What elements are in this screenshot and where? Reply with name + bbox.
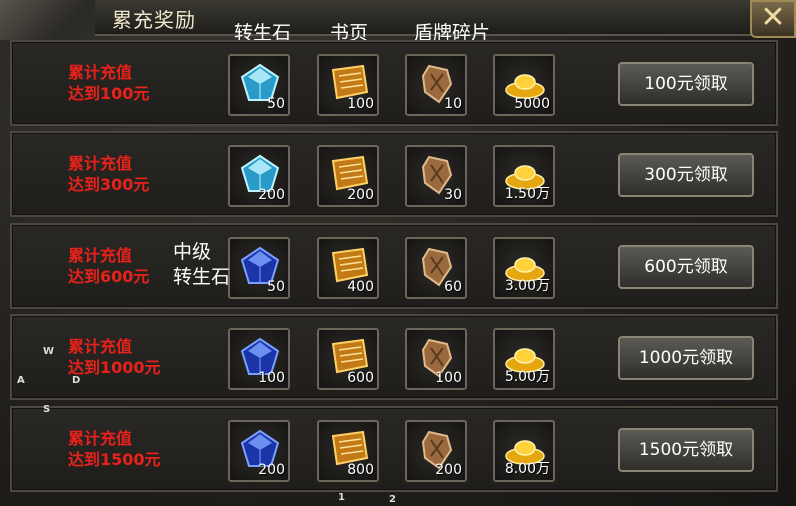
- claim-button[interactable]: 1000元领取: [618, 336, 754, 380]
- window-title: 累充奖励: [112, 8, 196, 32]
- gold-ingot-slot[interactable]: 5000: [493, 54, 555, 116]
- requirement-line-2: 达到1500元: [68, 450, 161, 469]
- book-page-slot[interactable]: 200: [317, 145, 379, 207]
- item-quantity: 400: [347, 279, 374, 295]
- book-page-slot[interactable]: 800: [317, 420, 379, 482]
- claim-button[interactable]: 1500元领取: [618, 428, 754, 472]
- requirement-line-1: 累计充值: [68, 246, 133, 265]
- item-quantity: 100: [435, 370, 462, 386]
- item-quantity: 10: [444, 96, 462, 112]
- item-quantity: 50: [267, 279, 285, 295]
- item-quantity: 5000: [514, 96, 550, 112]
- requirement-line-2: 达到100元: [68, 84, 150, 103]
- rebirth-stone-slot[interactable]: 100: [228, 328, 290, 390]
- reward-row: 累计充值达到1000元 100 600 100 5.00万 1000元领取: [10, 314, 778, 400]
- claim-button[interactable]: 100元领取: [618, 62, 754, 106]
- dragon-corner-decoration: [0, 0, 110, 40]
- book-page-slot[interactable]: 600: [317, 328, 379, 390]
- item-quantity: 1.50万: [504, 186, 550, 202]
- label-line-1: 中级: [173, 241, 212, 263]
- hud-number-1: 1: [338, 492, 345, 503]
- recharge-requirement: 累计充值达到600元: [68, 245, 149, 287]
- item-quantity: 60: [444, 279, 462, 295]
- rebirth-stone-slot[interactable]: 200: [228, 145, 290, 207]
- requirement-line-1: 累计充值: [68, 429, 133, 448]
- requirement-line-2: 达到300元: [68, 175, 150, 194]
- recharge-requirement: 累计充值达到1000元: [68, 336, 161, 378]
- item-quantity: 30: [444, 187, 462, 203]
- hud-number-2: 2: [389, 494, 396, 505]
- requirement-line-1: 累计充值: [68, 337, 133, 356]
- item-quantity: 200: [258, 462, 285, 478]
- label-line-2: 转生石: [173, 266, 231, 288]
- shield-fragment-slot[interactable]: 30: [405, 145, 467, 207]
- item-quantity: 200: [258, 187, 285, 203]
- hud-key-s: S: [43, 404, 51, 415]
- item-quantity: 5.00万: [504, 369, 550, 385]
- close-button[interactable]: ✕: [750, 0, 796, 38]
- rebirth-stone-slot[interactable]: 50: [228, 54, 290, 116]
- reward-row: 累计充值达到300元 200 200 30 1.50万 300元领取: [10, 131, 778, 217]
- shield-fragment-slot[interactable]: 100: [405, 328, 467, 390]
- book-page-slot[interactable]: 400: [317, 237, 379, 299]
- recharge-requirement: 累计充值达到1500元: [68, 428, 161, 470]
- recharge-requirement: 累计充值达到300元: [68, 153, 149, 195]
- recharge-requirement: 累计充值达到100元: [68, 62, 149, 104]
- item-quantity: 600: [347, 370, 374, 386]
- intermediate-rebirth-stone-label: 中级 转生石: [173, 240, 230, 290]
- hud-key-w: W: [43, 346, 55, 357]
- rebirth-stone-slot[interactable]: 50: [228, 237, 290, 299]
- requirement-line-2: 达到1000元: [68, 358, 161, 377]
- item-quantity: 100: [347, 96, 374, 112]
- shield-fragment-slot[interactable]: 60: [405, 237, 467, 299]
- item-quantity: 800: [347, 462, 374, 478]
- hud-key-a: A: [17, 375, 25, 386]
- requirement-line-1: 累计充值: [68, 154, 133, 173]
- book-page-slot[interactable]: 100: [317, 54, 379, 116]
- item-quantity: 200: [435, 462, 462, 478]
- reward-row: 累计充值达到100元 50 100 10 5000 100元领取: [10, 40, 778, 126]
- item-quantity: 8.00万: [504, 461, 550, 477]
- gold-ingot-slot[interactable]: 8.00万: [493, 420, 555, 482]
- reward-row: 累计充值达到1500元 200 800 200 8.00万 1500元领取: [10, 406, 778, 492]
- gold-ingot-slot[interactable]: 1.50万: [493, 145, 555, 207]
- shield-fragment-slot[interactable]: 200: [405, 420, 467, 482]
- hud-key-d: D: [72, 375, 81, 386]
- item-quantity: 200: [347, 187, 374, 203]
- item-quantity: 50: [267, 96, 285, 112]
- reward-row: 累计充值达到600元 50 400 60 3.00万 600元领取: [10, 223, 778, 309]
- claim-button[interactable]: 600元领取: [618, 245, 754, 289]
- gold-ingot-slot[interactable]: 3.00万: [493, 237, 555, 299]
- requirement-line-2: 达到600元: [68, 267, 150, 286]
- claim-button[interactable]: 300元领取: [618, 153, 754, 197]
- item-quantity: 3.00万: [504, 278, 550, 294]
- requirement-line-1: 累计充值: [68, 63, 133, 82]
- reward-window: 累充奖励 ✕ 转生石 书页 盾牌碎片 累计充值 达到100元 50 100 10 5000…: [0, 0, 796, 506]
- rebirth-stone-slot[interactable]: 200: [228, 420, 290, 482]
- close-icon: ✕: [760, 0, 786, 35]
- shield-fragment-slot[interactable]: 10: [405, 54, 467, 116]
- item-quantity: 100: [258, 370, 285, 386]
- gold-ingot-slot[interactable]: 5.00万: [493, 328, 555, 390]
